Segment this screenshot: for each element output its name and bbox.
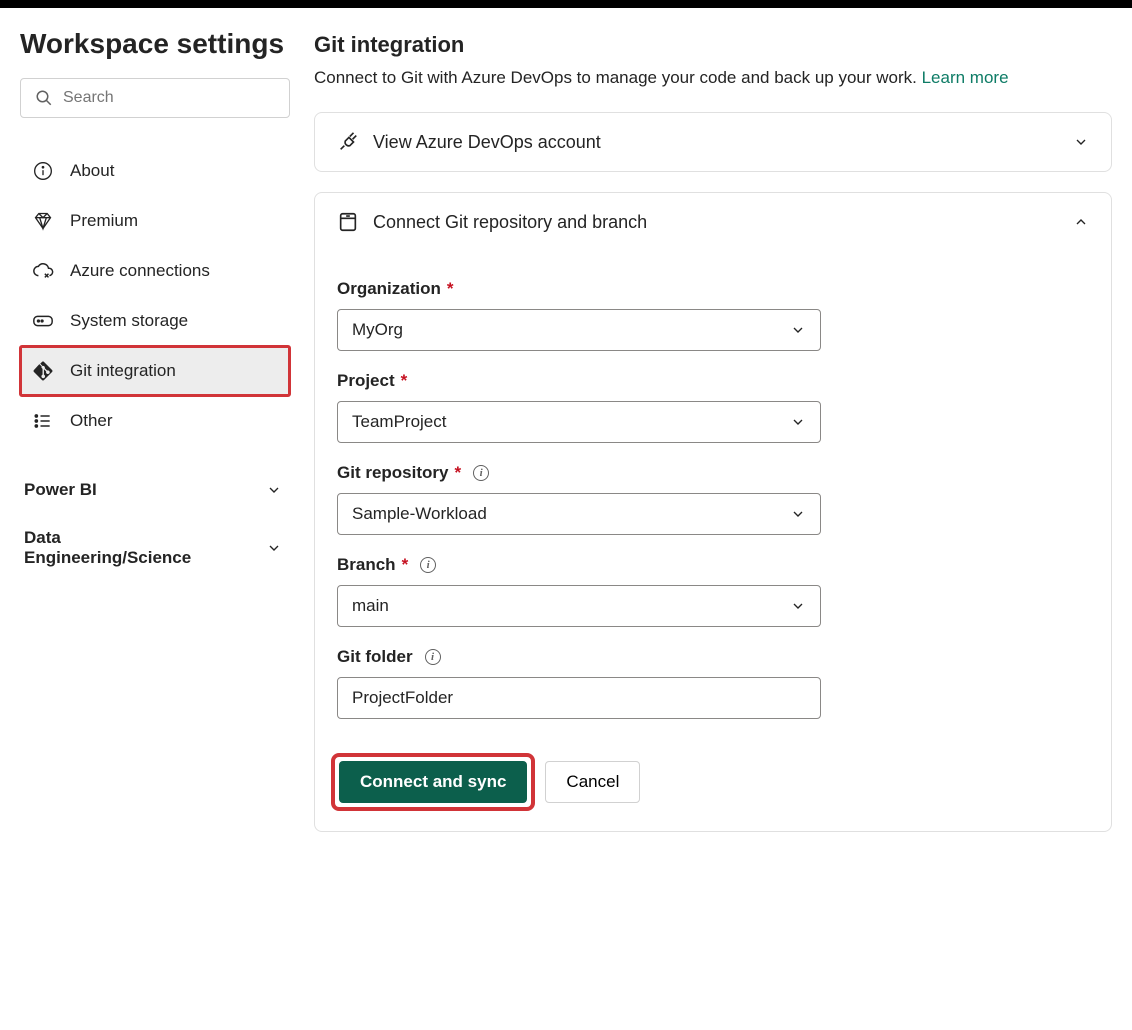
select-value: TeamProject: [352, 412, 446, 432]
organization-label: Organization*: [337, 279, 1089, 299]
sidebar-item-about[interactable]: About: [20, 146, 290, 196]
section-label: Power BI: [24, 480, 97, 500]
panel-title: View Azure DevOps account: [373, 132, 601, 153]
repository-select[interactable]: Sample-Workload: [337, 493, 821, 535]
folder-input[interactable]: ProjectFolder: [337, 677, 821, 719]
select-value: Sample-Workload: [352, 504, 487, 524]
info-icon[interactable]: i: [473, 465, 489, 481]
main-content: Git integration Connect to Git with Azur…: [314, 28, 1112, 852]
chevron-down-icon: [790, 598, 806, 614]
sidebar-item-system-storage[interactable]: System storage: [20, 296, 290, 346]
info-icon[interactable]: i: [420, 557, 436, 573]
sidebar-item-premium[interactable]: Premium: [20, 196, 290, 246]
chevron-down-icon: [790, 506, 806, 522]
sidebar: Workspace settings About Premium Azure c…: [20, 28, 290, 852]
panel-connect: Connect Git repository and branch Organi…: [314, 192, 1112, 832]
highlight-annotation: Connect and sync: [337, 759, 529, 805]
learn-more-link[interactable]: Learn more: [922, 68, 1009, 87]
section-label: Data Engineering/Science: [24, 528, 224, 568]
panel-title: Connect Git repository and branch: [373, 212, 647, 233]
panel-account-header[interactable]: View Azure DevOps account: [315, 113, 1111, 171]
chevron-down-icon: [1073, 134, 1089, 150]
cancel-button[interactable]: Cancel: [545, 761, 640, 803]
sidebar-item-label: Other: [70, 411, 113, 431]
search-input[interactable]: [63, 89, 275, 107]
panel-account: View Azure DevOps account: [314, 112, 1112, 172]
sidebar-item-azure-connections[interactable]: Azure connections: [20, 246, 290, 296]
search-icon: [35, 89, 53, 107]
folder-label: Git folder i: [337, 647, 1089, 667]
diamond-icon: [32, 210, 54, 232]
sidebar-item-label: About: [70, 161, 114, 181]
main-subtitle: Connect to Git with Azure DevOps to mana…: [314, 68, 1112, 88]
main-heading: Git integration: [314, 32, 1112, 58]
select-value: MyOrg: [352, 320, 403, 340]
repository-label: Git repository* i: [337, 463, 1089, 483]
git-icon: [32, 360, 54, 382]
page-title: Workspace settings: [20, 28, 290, 78]
connect-and-sync-button[interactable]: Connect and sync: [339, 761, 527, 803]
sidebar-item-git-integration[interactable]: Git integration: [20, 346, 290, 396]
sidebar-section-powerbi[interactable]: Power BI: [20, 466, 290, 514]
chevron-down-icon: [790, 322, 806, 338]
cloud-icon: [32, 260, 54, 282]
sidebar-item-other[interactable]: Other: [20, 396, 290, 446]
sidebar-item-label: Git integration: [70, 361, 176, 381]
list-icon: [32, 410, 54, 432]
sidebar-item-label: Premium: [70, 211, 138, 231]
sidebar-section-data-engineering[interactable]: Data Engineering/Science: [20, 514, 290, 582]
panel-connect-header[interactable]: Connect Git repository and branch: [315, 193, 1111, 251]
project-label: Project*: [337, 371, 1089, 391]
search-input-container[interactable]: [20, 78, 290, 118]
window-topbar: [0, 0, 1132, 8]
organization-select[interactable]: MyOrg: [337, 309, 821, 351]
plug-icon: [337, 131, 359, 153]
chevron-down-icon: [790, 414, 806, 430]
repo-icon: [337, 211, 359, 233]
info-icon[interactable]: i: [425, 649, 441, 665]
select-value: main: [352, 596, 389, 616]
chevron-down-icon: [266, 482, 282, 498]
sidebar-item-label: System storage: [70, 311, 188, 331]
sidebar-item-label: Azure connections: [70, 261, 210, 281]
storage-icon: [32, 310, 54, 332]
input-value: ProjectFolder: [352, 688, 453, 708]
project-select[interactable]: TeamProject: [337, 401, 821, 443]
info-icon: [32, 160, 54, 182]
branch-label: Branch* i: [337, 555, 1089, 575]
subtitle-text: Connect to Git with Azure DevOps to mana…: [314, 68, 922, 87]
chevron-up-icon: [1073, 214, 1089, 230]
chevron-down-icon: [266, 540, 282, 556]
branch-select[interactable]: main: [337, 585, 821, 627]
